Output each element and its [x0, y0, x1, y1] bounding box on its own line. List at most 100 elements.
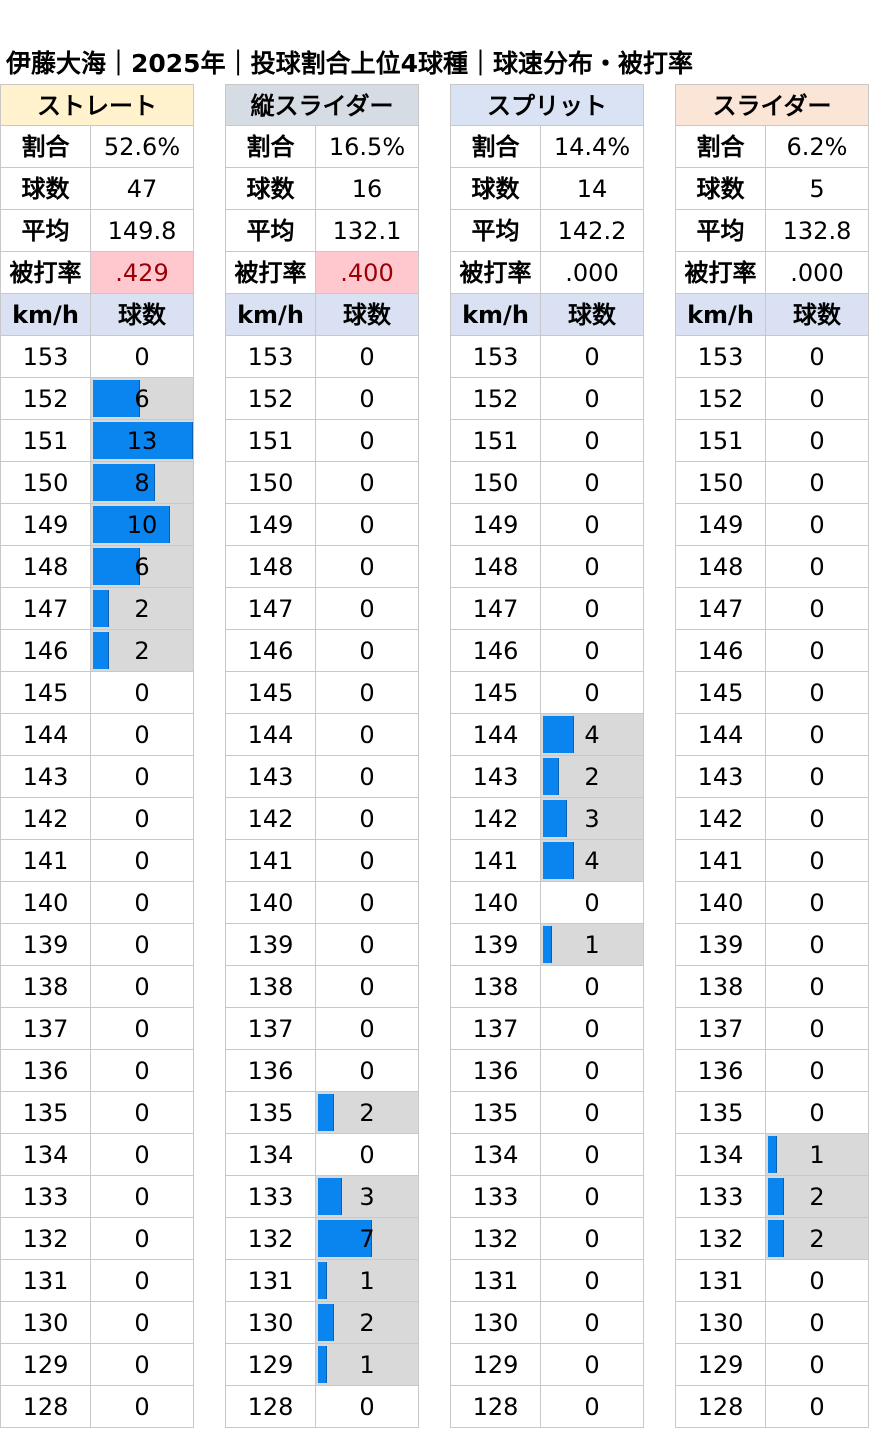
pitch-name-header: スプリット [450, 84, 644, 126]
count-value: 0 [359, 1057, 375, 1085]
speed-label: 149 [450, 504, 541, 546]
count-value: 0 [134, 1099, 150, 1127]
speed-label: 151 [0, 420, 91, 462]
pitch-count-cell: 0 [91, 1386, 194, 1428]
speed-label: 139 [0, 924, 91, 966]
speed-label: 148 [0, 546, 91, 588]
speed-label: 132 [225, 1218, 316, 1260]
pitch-count-cell: 0 [316, 378, 419, 420]
pitch-count-cell: 0 [316, 798, 419, 840]
pitch-count-cell: 0 [541, 966, 644, 1008]
count-value: 0 [134, 1015, 150, 1043]
count-value: 0 [584, 1015, 600, 1043]
pitch-count-cell: 0 [316, 546, 419, 588]
speed-label: 141 [225, 840, 316, 882]
count-value: 2 [134, 637, 150, 665]
speed-label: 135 [0, 1092, 91, 1134]
pitch-count-cell: 0 [91, 882, 194, 924]
speed-label: 135 [225, 1092, 316, 1134]
count-value: 0 [809, 1057, 825, 1085]
count-value: 0 [359, 1015, 375, 1043]
pitch-count-cell: 0 [766, 798, 869, 840]
count-value: 0 [809, 1015, 825, 1043]
count-value: 0 [584, 1099, 600, 1127]
pitch-count-cell: 0 [316, 588, 419, 630]
count-value: 0 [359, 427, 375, 455]
speed-label: 128 [675, 1386, 766, 1428]
count-value: 0 [359, 385, 375, 413]
speed-label: 138 [225, 966, 316, 1008]
stat-label: 被打率 [450, 252, 541, 294]
pitch-count-cell: 13 [91, 420, 194, 462]
speed-label: 140 [450, 882, 541, 924]
pitch-count-cell: 2 [766, 1176, 869, 1218]
speed-label: 144 [0, 714, 91, 756]
speed-label: 132 [675, 1218, 766, 1260]
speed-label: 149 [225, 504, 316, 546]
pitch-count-cell: 0 [91, 1092, 194, 1134]
speed-label: 149 [0, 504, 91, 546]
speed-label: 131 [450, 1260, 541, 1302]
pitch-count-cell: 8 [91, 462, 194, 504]
count-value: 13 [126, 427, 158, 455]
speed-label: 142 [225, 798, 316, 840]
count-value: 3 [359, 1183, 375, 1211]
pitch-count-cell: 0 [766, 504, 869, 546]
speed-label: 146 [675, 630, 766, 672]
speed-label: 130 [0, 1302, 91, 1344]
speed-label: 142 [675, 798, 766, 840]
speed-label: 141 [450, 840, 541, 882]
pitch-count-cell: 0 [541, 1176, 644, 1218]
count-bar [543, 716, 575, 753]
stat-value: 14.4% [541, 126, 644, 168]
count-value: 0 [584, 1225, 600, 1253]
speed-label: 146 [225, 630, 316, 672]
speed-label: 151 [225, 420, 316, 462]
count-value: 6 [134, 553, 150, 581]
speed-label: 150 [675, 462, 766, 504]
pitch-count-cell: 2 [91, 588, 194, 630]
pitch-count-cell: 0 [316, 924, 419, 966]
stat-value: .000 [541, 252, 644, 294]
speed-label: 152 [225, 378, 316, 420]
speed-label: 147 [675, 588, 766, 630]
stat-value: 6.2% [766, 126, 869, 168]
pitch-count-cell: 3 [541, 798, 644, 840]
speed-label: 152 [450, 378, 541, 420]
speed-label: 133 [0, 1176, 91, 1218]
pitch-count-cell: 0 [766, 1092, 869, 1134]
stat-value: .429 [91, 252, 194, 294]
count-value: 0 [359, 721, 375, 749]
speed-label: 142 [450, 798, 541, 840]
pitch-panel: スライダー 割合 6.2% 球数 5 平均 132.8 被打率 .000 km/h 球数 153 0 15… [675, 84, 869, 1428]
speed-label: 147 [225, 588, 316, 630]
pitch-count-cell: 0 [316, 462, 419, 504]
count-bar [93, 632, 110, 669]
speed-label: 148 [225, 546, 316, 588]
speed-label: 137 [0, 1008, 91, 1050]
pitch-count-cell: 0 [766, 1302, 869, 1344]
speed-label: 129 [225, 1344, 316, 1386]
pitch-count-cell: 2 [316, 1092, 419, 1134]
pitch-count-cell: 0 [766, 840, 869, 882]
count-bar [543, 758, 560, 795]
count-value: 0 [584, 1351, 600, 1379]
pitch-count-cell: 0 [541, 336, 644, 378]
count-value: 0 [809, 805, 825, 833]
count-value: 2 [359, 1099, 375, 1127]
count-value: 0 [584, 511, 600, 539]
pitch-count-cell: 0 [91, 924, 194, 966]
pitch-count-cell: 6 [91, 546, 194, 588]
speed-label: 147 [450, 588, 541, 630]
speed-label: 145 [675, 672, 766, 714]
pitch-count-cell: 2 [766, 1218, 869, 1260]
count-value: 0 [359, 679, 375, 707]
speed-label: 136 [0, 1050, 91, 1092]
count-value: 0 [809, 469, 825, 497]
count-value: 0 [359, 469, 375, 497]
pitch-count-cell: 0 [766, 378, 869, 420]
speed-label: 129 [0, 1344, 91, 1386]
pitch-stats-grid: 割合 52.6% 球数 47 平均 149.8 被打率 .429 km/h 球数 153 0 152 6 1… [0, 126, 194, 1428]
count-value: 0 [584, 1057, 600, 1085]
speed-label: 153 [450, 336, 541, 378]
